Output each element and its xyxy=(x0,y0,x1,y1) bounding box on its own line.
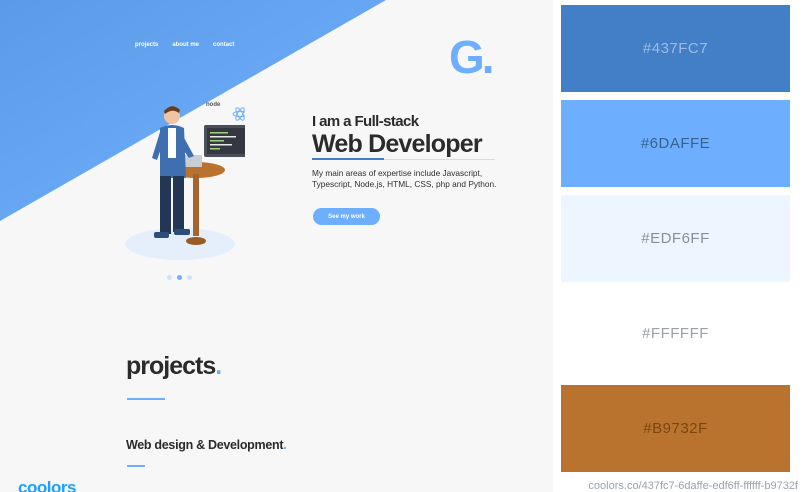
hero-description: My main areas of expertise include Javas… xyxy=(312,168,497,189)
carousel-dot[interactable] xyxy=(167,275,172,280)
swatch-b9732f[interactable]: #B9732F xyxy=(561,385,790,472)
swatch-hex-label: #B9732F xyxy=(643,420,708,437)
palette-url[interactable]: coolors.co/437fc7-6daffe-edf6ff-ffffff-b… xyxy=(588,480,798,492)
see-my-work-button[interactable]: See my work xyxy=(313,208,380,225)
hero-underline xyxy=(312,158,495,160)
carousel-dot[interactable] xyxy=(187,275,192,280)
carousel-dot-active[interactable] xyxy=(177,275,182,280)
swatch-6daffe[interactable]: #6DAFFE xyxy=(561,100,790,187)
swatch-hex-label: #EDF6FF xyxy=(641,230,710,247)
web-design-heading-text: Web design & Development xyxy=(126,438,284,452)
swatch-edf6ff[interactable]: #EDF6FF xyxy=(561,195,790,282)
website-mockup: projects about me contact G. node I am a… xyxy=(0,0,553,492)
hero-title: Web Developer xyxy=(312,130,483,158)
web-design-heading-accent: . xyxy=(283,438,287,452)
coolors-logo[interactable]: coolors xyxy=(18,478,76,492)
hero-kicker: I am a Full-stack xyxy=(312,113,419,130)
nav-link-projects[interactable]: projects xyxy=(135,42,158,48)
swatch-hex-label: #437FC7 xyxy=(642,40,709,57)
swatch-hex-label: #6DAFFE xyxy=(640,135,711,152)
swatch-hex-label: #FFFFFF xyxy=(642,325,709,342)
web-design-underline xyxy=(127,465,145,467)
site-logo[interactable]: G. xyxy=(449,30,495,84)
swatch-ffffff[interactable]: #FFFFFF xyxy=(561,290,790,377)
carousel-dots xyxy=(167,275,192,280)
web-design-heading: Web design & Development. xyxy=(126,438,287,452)
developer-illustration: node xyxy=(125,102,245,260)
nav-link-contact[interactable]: contact xyxy=(213,42,234,48)
projects-heading: projects. xyxy=(126,352,222,381)
node-label: node xyxy=(206,102,221,108)
projects-underline xyxy=(127,398,165,400)
main-nav: projects about me contact xyxy=(135,42,234,48)
projects-heading-accent: . xyxy=(215,352,222,380)
swatch-437fc7[interactable]: #437FC7 xyxy=(561,5,790,92)
nav-link-about-me[interactable]: about me xyxy=(172,42,199,48)
projects-heading-text: projects xyxy=(126,352,216,380)
hero-underline-accent xyxy=(312,158,384,160)
